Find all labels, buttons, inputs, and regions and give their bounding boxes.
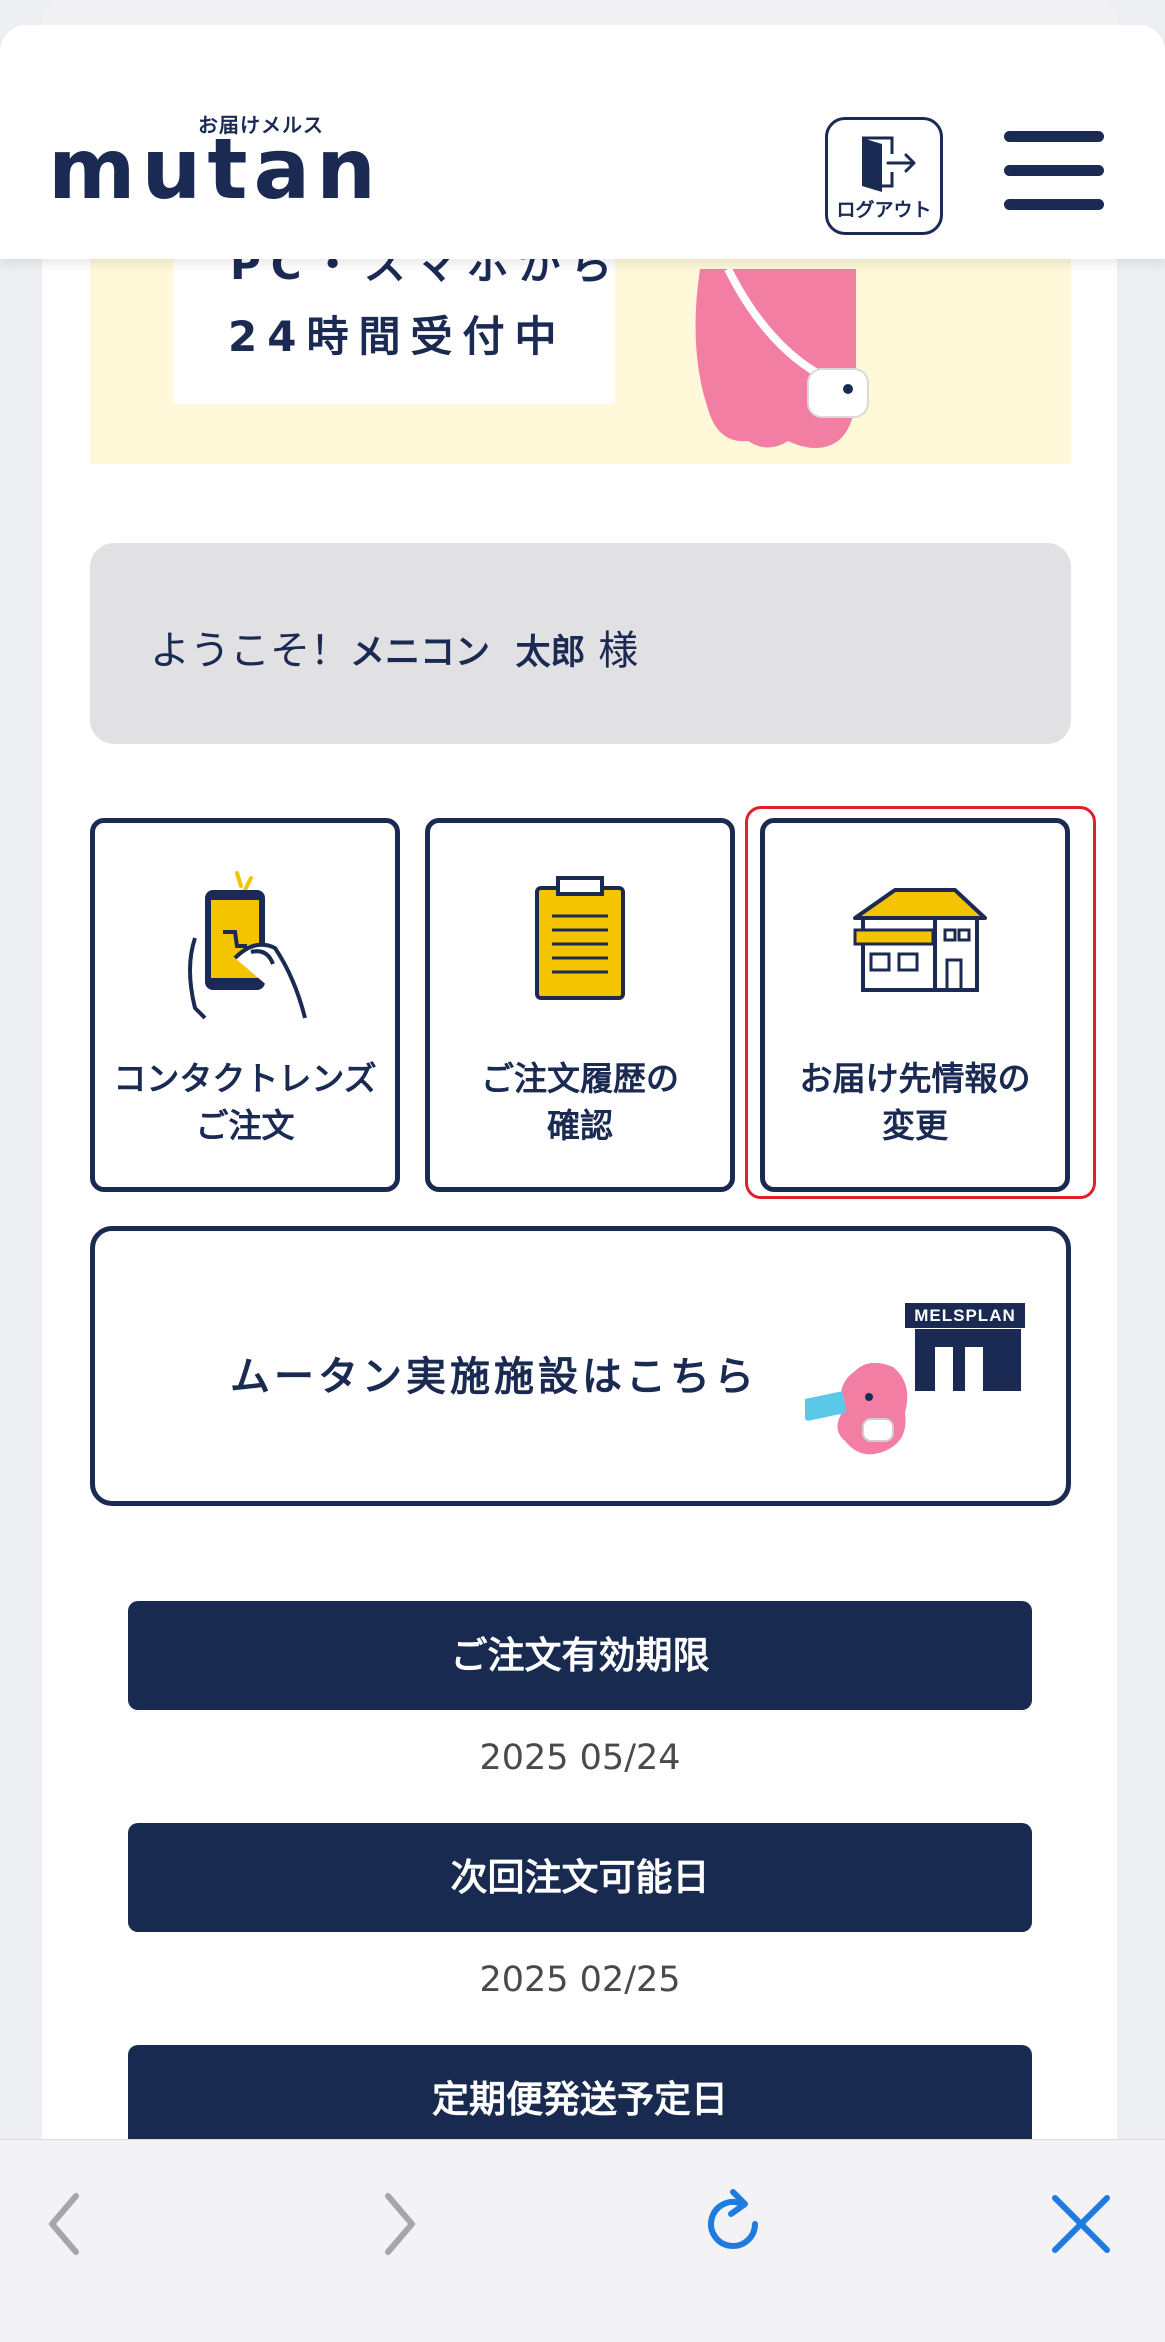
facility-link-button[interactable]: ムータン実施施設はこちら MELSPLAN (90, 1226, 1071, 1506)
promo-banner[interactable]: PC・スマホから 24時間受付中 (90, 259, 1071, 464)
next-order-date-button[interactable]: 次回注文可能日 (128, 1823, 1032, 1932)
next-order-date-value: 2025 02/25 (479, 1960, 681, 2000)
mascot-illustration (695, 267, 869, 448)
reload-icon[interactable] (693, 2184, 773, 2264)
tile-contact-lens-order[interactable]: コンタクトレンズ ご注文 (90, 818, 400, 1192)
tile-label-line2: ご注文 (195, 1106, 295, 1145)
welcome-text: ようこそ！メニコン 太郎 様 (150, 618, 638, 676)
welcome-suffix: 様 (598, 628, 639, 674)
logout-button[interactable]: ログアウト (825, 117, 943, 235)
tile-label-line2: 確認 (547, 1106, 613, 1145)
close-icon[interactable] (1041, 2184, 1121, 2264)
chevron-left-icon[interactable] (24, 2184, 104, 2264)
user-first-name: 太郎 (515, 633, 586, 673)
site-header: お届けメルス mutan ログアウト (0, 25, 1165, 259)
user-last-name: メニコン (350, 633, 491, 673)
browser-toolbar (0, 2139, 1165, 2342)
welcome-panel: ようこそ！メニコン 太郎 様 (90, 543, 1071, 744)
logout-label: ログアウト (836, 199, 932, 221)
tile-label: ご注文履歴の 確認 (430, 1055, 730, 1149)
facility-label: ムータン実施施設はこちら (230, 1354, 758, 1400)
tile-label: コンタクトレンズ ご注文 (95, 1055, 395, 1149)
banner-partial-text: PC・スマホから (230, 259, 623, 289)
order-expiry-button[interactable]: ご注文有効期限 (128, 1601, 1032, 1710)
order-expiry-value: 2025 05/24 (479, 1738, 681, 1778)
melsplan-sign: MELSPLAN (905, 1303, 1025, 1328)
smartphone-order-icon (188, 871, 307, 1020)
logo-wordmark[interactable]: mutan (48, 127, 382, 211)
chevron-right-icon[interactable] (360, 2184, 440, 2264)
subscription-ship-date-button[interactable]: 定期便発送予定日 (128, 2045, 1032, 2154)
logout-door-icon (862, 136, 916, 192)
banner-text: 24時間受付中 (228, 312, 567, 361)
hamburger-menu-icon[interactable] (1004, 131, 1104, 211)
selection-highlight (745, 806, 1096, 1199)
clipboard-icon (535, 876, 625, 1000)
tile-label-line1: ご注文履歴の (481, 1059, 679, 1098)
welcome-prefix: ようこそ！ (150, 628, 350, 674)
tile-label-line1: コンタクトレンズ (113, 1059, 377, 1098)
tile-order-history[interactable]: ご注文履歴の 確認 (425, 818, 735, 1192)
